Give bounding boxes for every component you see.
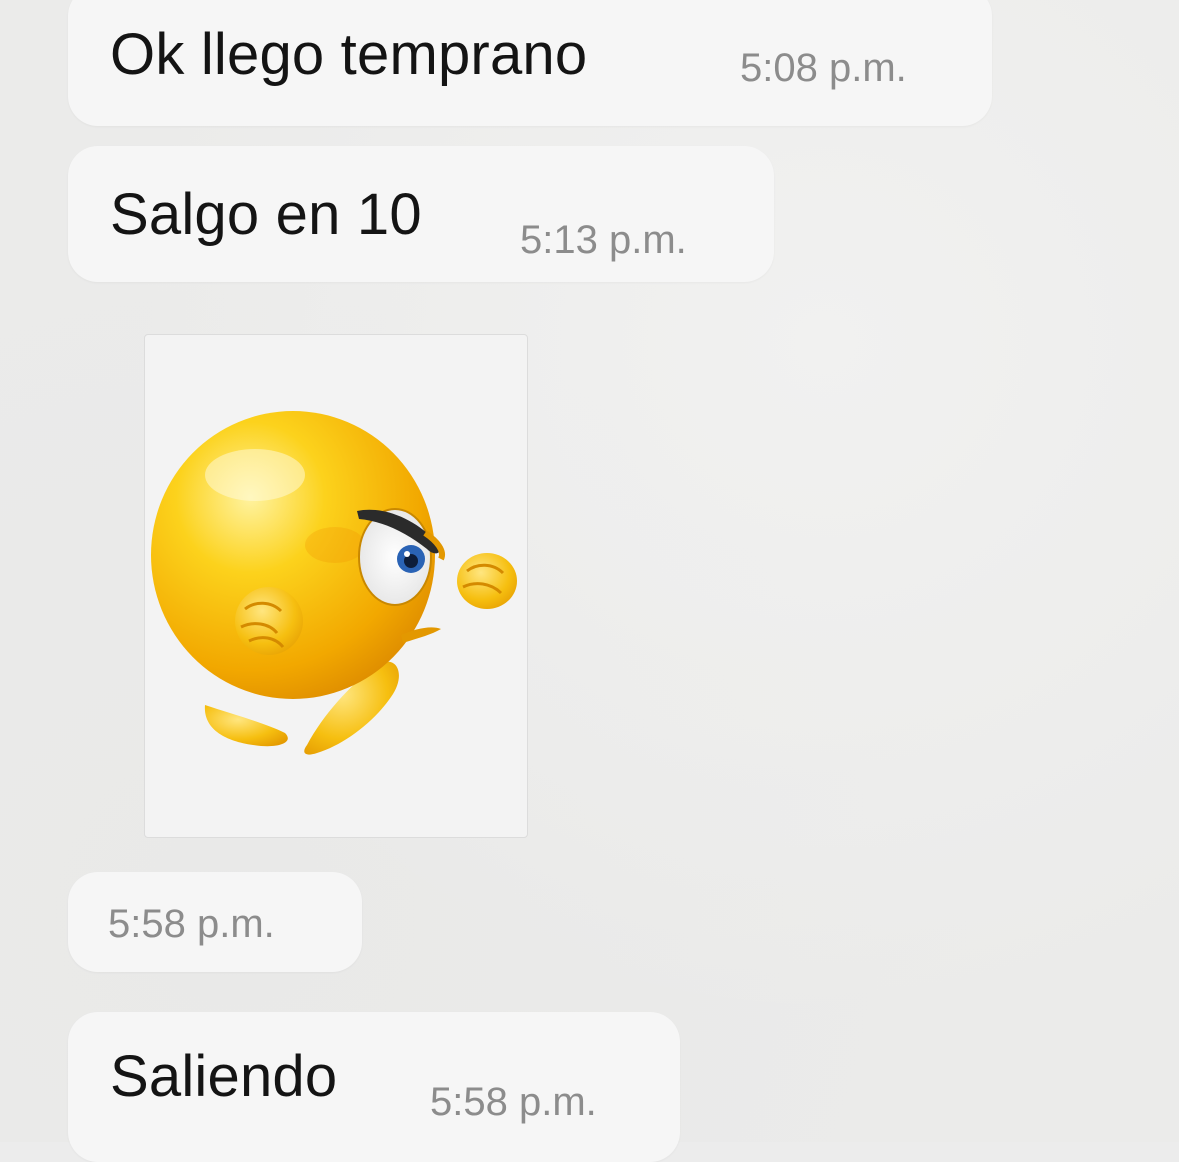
- message-text: Ok llego temprano: [110, 22, 588, 87]
- message-timestamp: 5:58 p.m.: [430, 1080, 597, 1124]
- message-timestamp: 5:58 p.m.: [108, 902, 275, 946]
- sticker-message[interactable]: [144, 334, 528, 838]
- message-timestamp: 5:08 p.m.: [740, 46, 907, 90]
- message-bubble[interactable]: Ok llego temprano 5:08 p.m.: [68, 0, 992, 126]
- message-text: Salgo en 10: [110, 182, 422, 247]
- message-bubble[interactable]: Saliendo 5:58 p.m.: [68, 1012, 680, 1162]
- angry-punching-emoji-icon: [151, 411, 517, 755]
- message-timestamp: 5:13 p.m.: [520, 218, 687, 262]
- message-bubble[interactable]: Salgo en 10 5:13 p.m.: [68, 146, 774, 282]
- message-text: Saliendo: [110, 1044, 338, 1109]
- sticker-timestamp-bubble: 5:58 p.m.: [68, 872, 362, 972]
- chat-background: Ok llego temprano 5:08 p.m. Salgo en 10 …: [0, 0, 1179, 1162]
